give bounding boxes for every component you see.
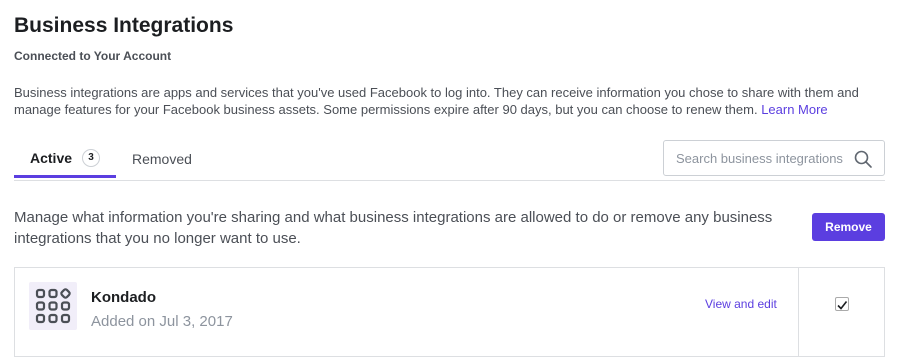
row-divider: [798, 268, 799, 356]
view-and-edit-link[interactable]: View and edit: [705, 297, 777, 311]
integration-added-date: Added on Jul 3, 2017: [91, 313, 233, 330]
description-text: Business integrations are apps and servi…: [14, 85, 859, 117]
tab-removed-label: Removed: [132, 151, 192, 167]
remove-button[interactable]: Remove: [812, 213, 885, 241]
search-input[interactable]: [664, 149, 858, 167]
checkmark-icon: [837, 301, 848, 310]
manage-description: Manage what information you're sharing a…: [14, 209, 773, 247]
integration-row: Kondado Added on Jul 3, 2017 View and ed…: [14, 267, 885, 357]
learn-more-link[interactable]: Learn More: [761, 102, 827, 117]
page-subtitle: Connected to Your Account: [14, 49, 172, 63]
app-grid-icon: [29, 282, 77, 330]
tab-removed[interactable]: Removed: [132, 140, 192, 178]
integration-name: Kondado: [91, 289, 156, 306]
search-icon[interactable]: [853, 149, 873, 169]
tab-active[interactable]: Active 3: [14, 140, 116, 178]
tab-active-label: Active: [30, 149, 73, 166]
page-description: Business integrations are apps and servi…: [14, 84, 884, 118]
page-title: Business Integrations: [14, 14, 234, 37]
search-box: [663, 140, 885, 176]
select-checkbox[interactable]: [835, 297, 849, 311]
active-count-badge: 3: [82, 148, 101, 167]
